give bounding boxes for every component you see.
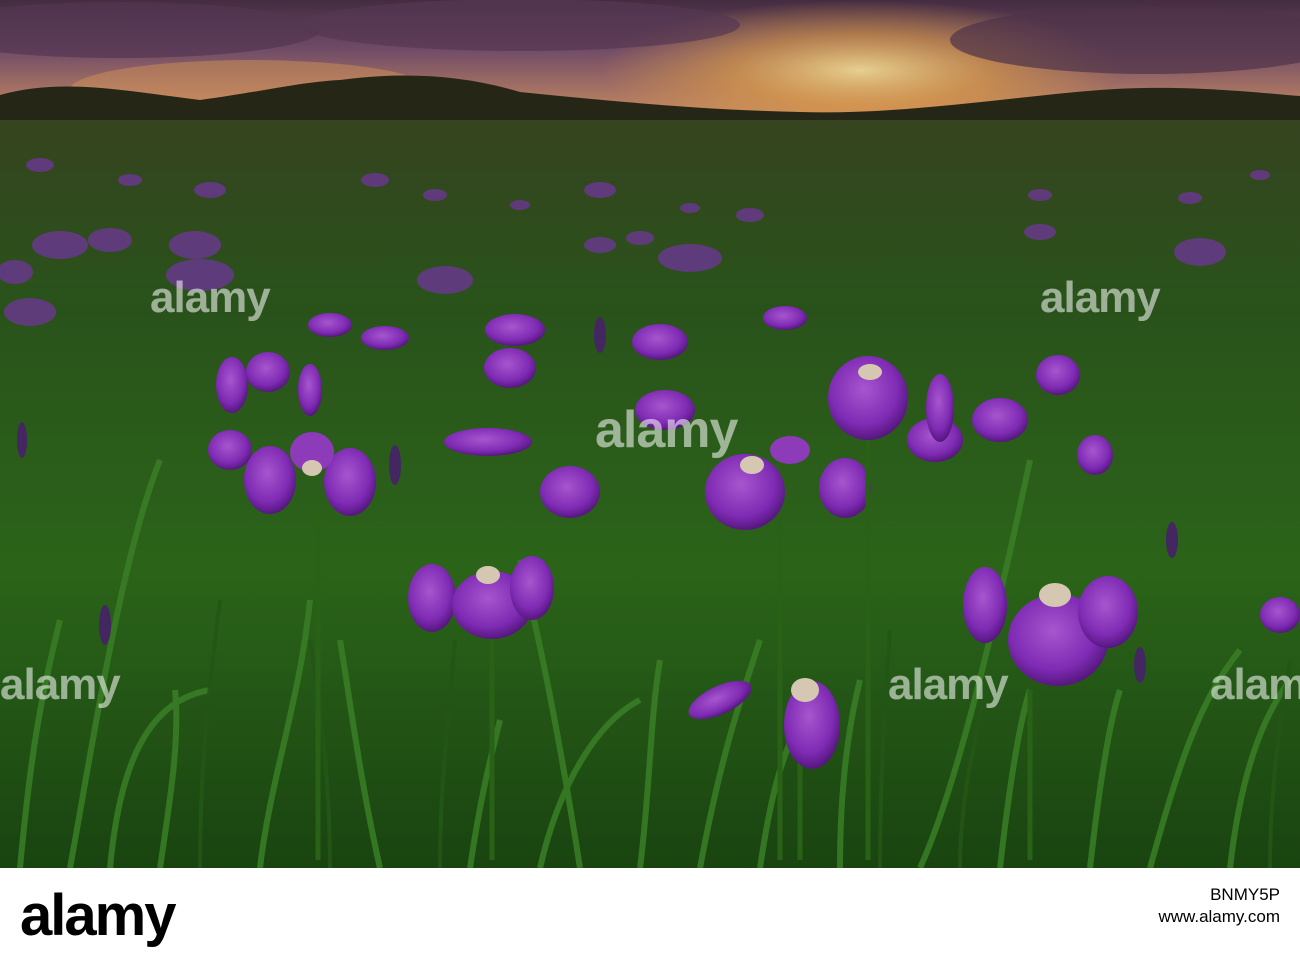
site-url: www.alamy.com (1158, 907, 1280, 926)
image-id: BNMY5P (1210, 885, 1280, 904)
footer-bar: alamy BNMY5P www.alamy.com (0, 868, 1300, 956)
iris-field-photo (0, 0, 1300, 868)
alamy-logo: alamy (20, 883, 176, 948)
image-canvas: alamy alamy alamy alamy alamy alamy alam… (0, 0, 1300, 956)
footer-info: BNMY5P www.alamy.com (1158, 882, 1280, 928)
